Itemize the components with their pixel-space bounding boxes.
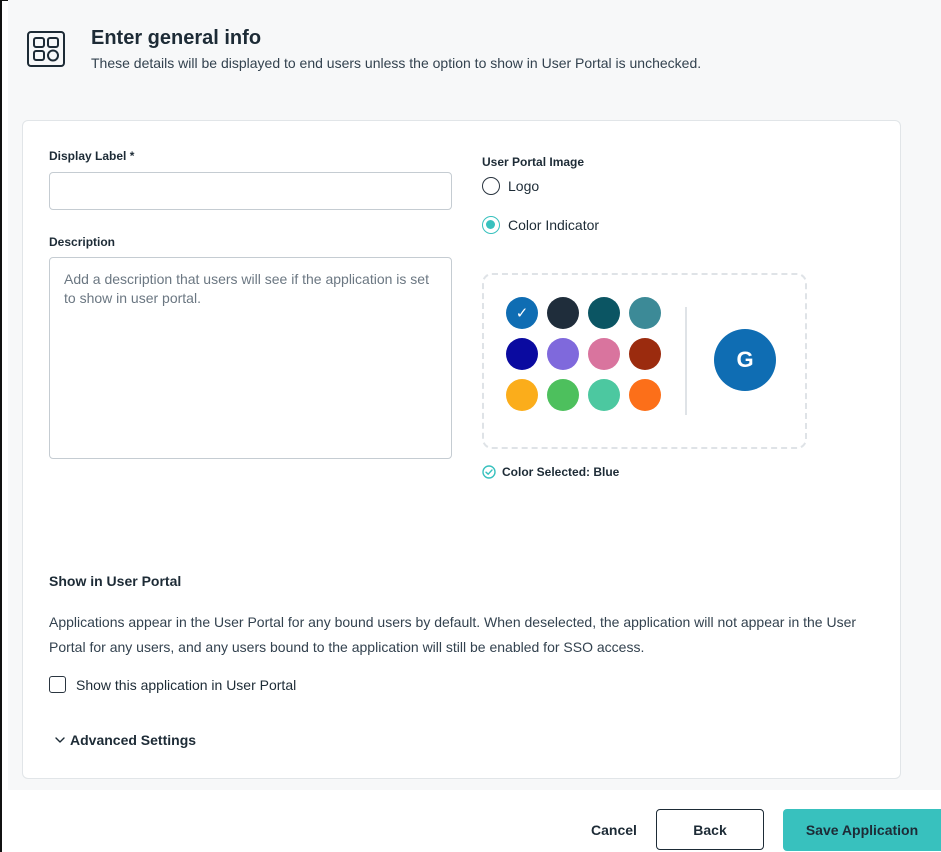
color-swatch-indigo[interactable]	[506, 338, 538, 370]
radio-color-indicator-label: Color Indicator	[508, 217, 600, 233]
user-portal-image-label: User Portal Image	[482, 155, 585, 169]
radio-color-indicator[interactable]: Color Indicator	[482, 216, 599, 234]
cancel-button[interactable]: Cancel	[578, 810, 650, 850]
color-swatch-pink[interactable]	[588, 338, 620, 370]
radio-color-indicator-circle[interactable]	[482, 216, 500, 234]
check-circle-icon	[482, 465, 496, 479]
color-swatch-navy[interactable]	[547, 297, 579, 329]
radio-logo-circle[interactable]	[482, 177, 500, 195]
radio-logo[interactable]: Logo	[482, 177, 539, 195]
show-in-portal-title: Show in User Portal	[49, 573, 182, 589]
color-swatch-mint[interactable]	[588, 379, 620, 411]
color-swatch-blue[interactable]: ✓	[506, 297, 538, 329]
show-in-portal-checkbox[interactable]	[49, 676, 66, 693]
page-title: Enter general info	[91, 27, 262, 49]
color-picker-divider	[685, 307, 687, 415]
description-textarea[interactable]	[49, 257, 452, 459]
radio-logo-label: Logo	[508, 178, 540, 194]
color-swatch-dark-teal[interactable]	[588, 297, 620, 329]
color-swatch-green[interactable]	[547, 379, 579, 411]
show-in-portal-description: Applications appear in the User Portal f…	[49, 614, 857, 655]
color-swatch-orange[interactable]	[629, 379, 661, 411]
color-swatch-teal[interactable]	[629, 297, 661, 329]
color-selected-status: Color Selected: Blue	[482, 465, 619, 479]
apps-grid-icon	[27, 31, 65, 67]
description-label: Description	[49, 235, 116, 249]
display-label-label: Display Label *	[49, 149, 135, 163]
app-avatar-preview: G	[714, 329, 776, 391]
display-label-input[interactable]	[49, 172, 452, 210]
color-selected-text: Color Selected: Blue	[502, 465, 620, 479]
save-application-button[interactable]: Save Application	[783, 809, 941, 851]
advanced-settings-label: Advanced Settings	[70, 732, 197, 748]
color-swatch-rust[interactable]	[629, 338, 661, 370]
show-in-portal-option[interactable]: Show this application in User Portal	[49, 676, 296, 693]
color-swatch-amber[interactable]	[506, 379, 538, 411]
page-subtitle: These details will be displayed to end u…	[91, 55, 702, 71]
show-in-portal-checkbox-label: Show this application in User Portal	[76, 676, 297, 693]
color-swatch-purple[interactable]	[547, 338, 579, 370]
chevron-down-icon	[55, 737, 65, 743]
check-icon: ✓	[515, 305, 529, 322]
back-button[interactable]: Back	[656, 809, 764, 850]
advanced-settings-toggle[interactable]: Advanced Settings	[54, 732, 196, 748]
